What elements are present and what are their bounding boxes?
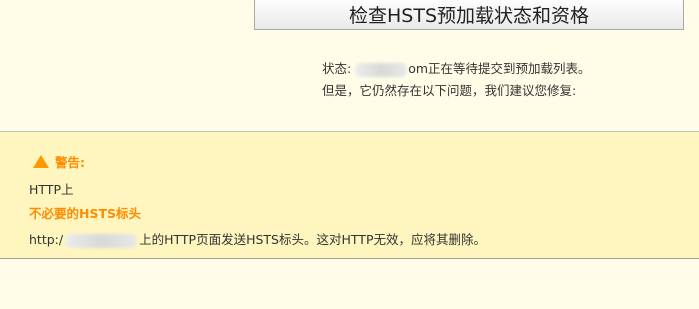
status-prefix: 状态: bbox=[322, 61, 352, 76]
issue-description-text: 上的HTTP页面发送HSTS标头。这对HTTP无效，应将其删除。 bbox=[139, 232, 486, 247]
redacted-url bbox=[65, 233, 138, 248]
issue-title: 不必要的HSTS标头 bbox=[29, 206, 141, 221]
redacted-domain bbox=[355, 62, 408, 77]
status-domain-suffix: om bbox=[408, 61, 429, 76]
check-preload-status-button[interactable]: 检查HSTS预加载状态和资格 bbox=[254, 0, 684, 30]
status-issues-note: 但是，它仍然存在以下问题，我们建议您修复: bbox=[322, 83, 577, 98]
status-area: 状态: om正在等待提交到预加载列表。 但是，它仍然存在以下问题，我们建议您修复: bbox=[322, 58, 591, 102]
warning-panel: 警告: HTTP上 不必要的HSTS标头 http:/ 上的HTTP页面发送HST… bbox=[0, 131, 699, 259]
issue-description: http:/ 上的HTTP页面发送HSTS标头。这对HTTP无效，应将其删除。 bbox=[29, 229, 486, 248]
warning-header: 警告: bbox=[33, 152, 85, 171]
status-message: 正在等待提交到预加载列表。 bbox=[428, 61, 591, 76]
warning-triangle-icon bbox=[33, 155, 49, 168]
warning-title: 警告: bbox=[55, 155, 85, 170]
issue-url-prefix: http:/ bbox=[29, 232, 64, 247]
issue-section-label: HTTP上 bbox=[29, 182, 74, 197]
status-line: 状态: om正在等待提交到预加载列表。 bbox=[322, 58, 591, 80]
